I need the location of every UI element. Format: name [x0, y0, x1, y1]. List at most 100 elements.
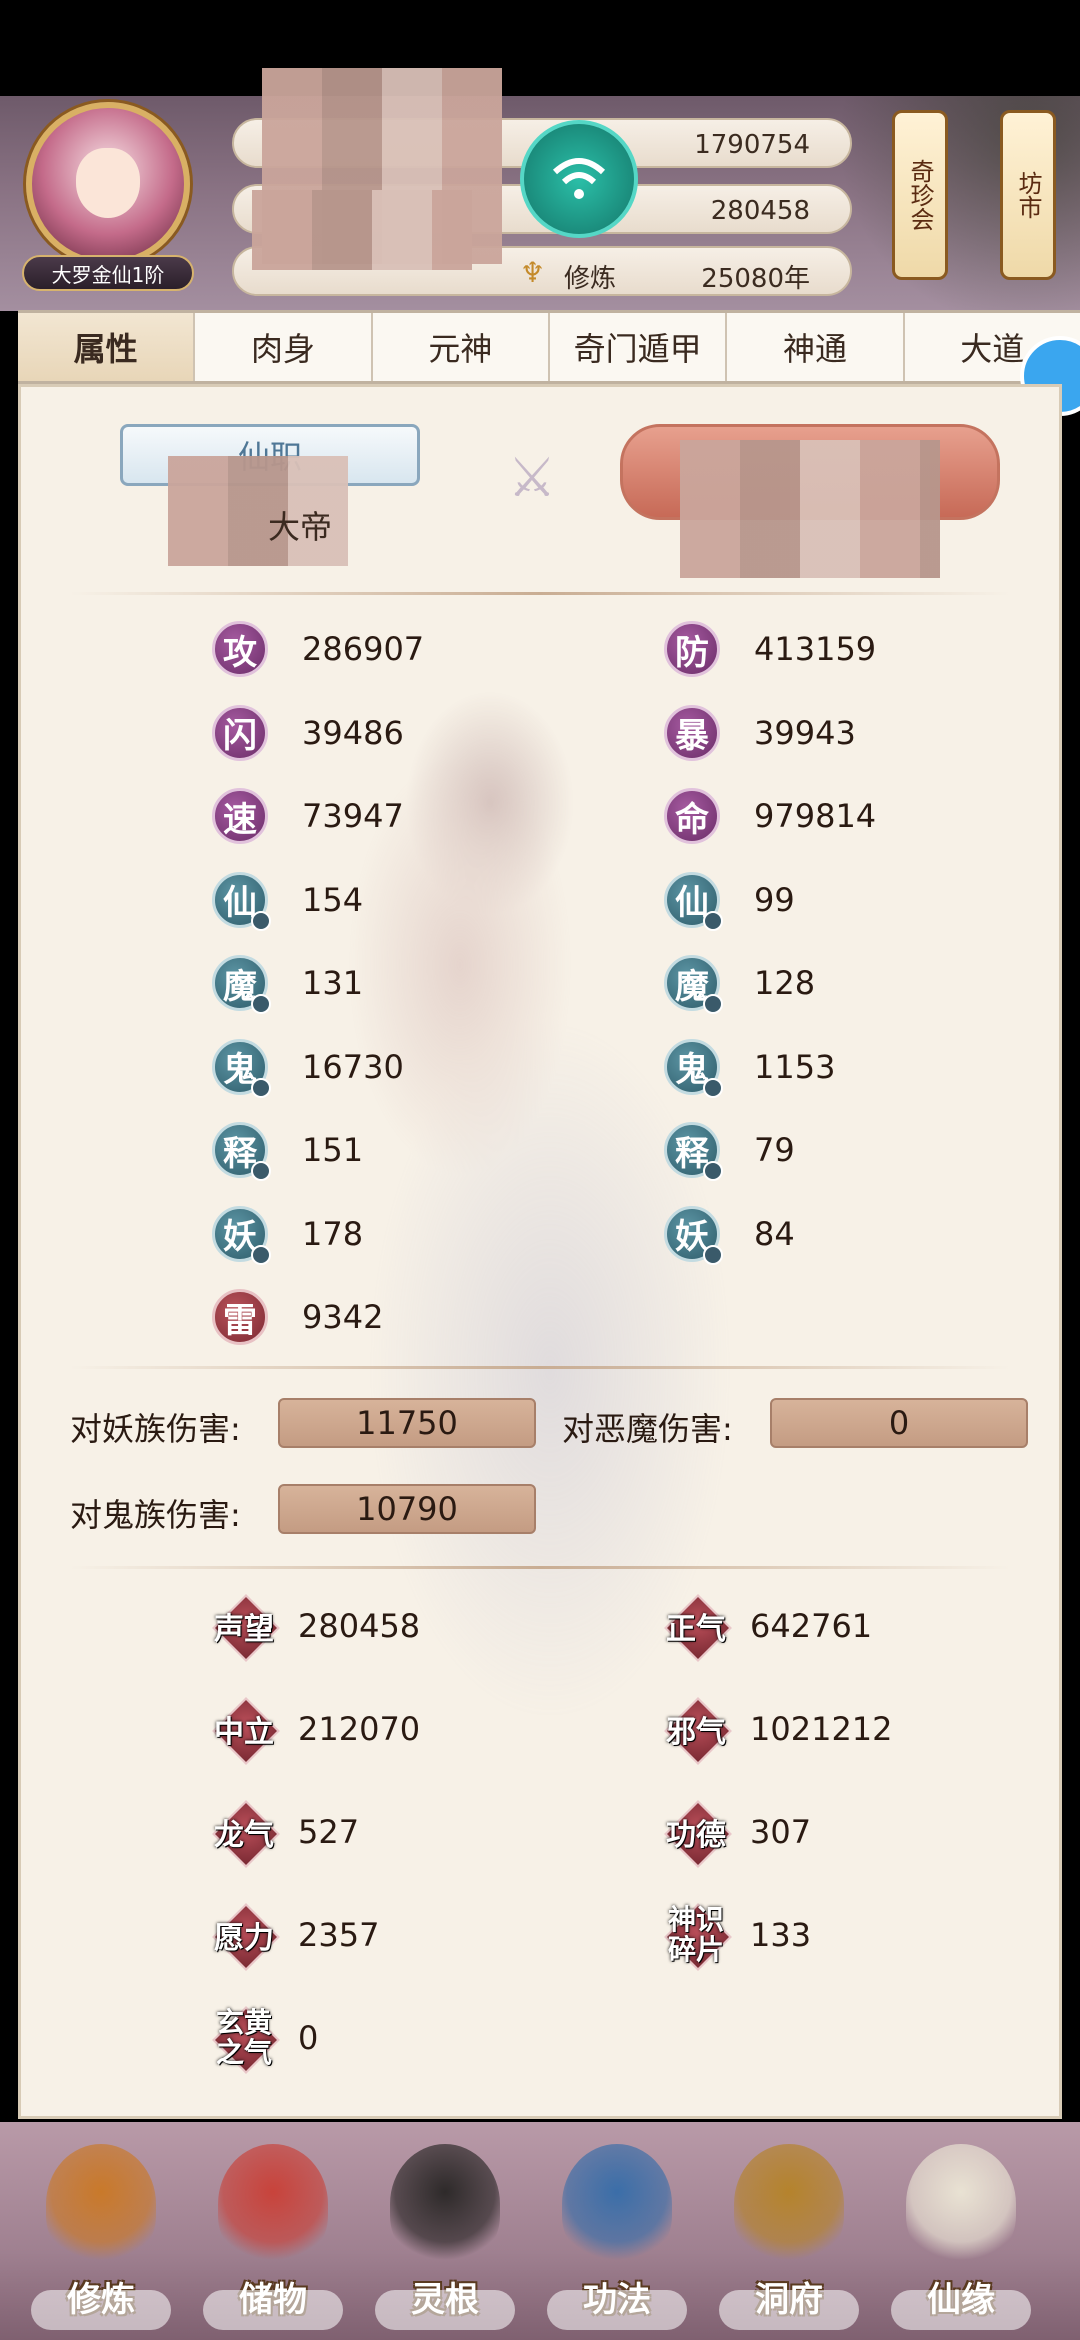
reputation-item: 声望 280458: [212, 1594, 420, 1658]
nav-item[interactable]: 储物: [198, 2138, 348, 2334]
app-screen: 大罗金仙1阶 1790754 280458 ♆ 修炼 25080年 奇珍会 坊市…: [0, 0, 1080, 2340]
stat-item[interactable]: 闪 39486: [212, 704, 404, 762]
market-scroll[interactable]: 坊市: [1000, 110, 1056, 280]
reputation-value: 1021212: [750, 1710, 893, 1748]
stat-badge: 仙: [664, 871, 723, 931]
damage-vs-ghost-label: 对鬼族伤害:: [70, 1496, 241, 1534]
cloud-decoration: [719, 2290, 859, 2330]
treasure-fair-scroll[interactable]: 奇珍会: [892, 110, 948, 280]
stat-value: 178: [302, 1214, 364, 1253]
rank-badge: 大罗金仙1阶: [22, 255, 194, 291]
reputation-item: 功德 307: [664, 1800, 811, 1864]
meditate-icon: ♆: [520, 256, 546, 289]
divider-1: [70, 592, 1010, 595]
reputation-value: 642761: [750, 1607, 873, 1645]
reputation-label-badge: 中立: [212, 1697, 276, 1761]
tab-attributes[interactable]: 属性: [18, 313, 196, 381]
tab-body[interactable]: 肉身: [195, 313, 373, 381]
currency-value-2: 280458: [710, 196, 810, 226]
stat-value: 286907: [302, 630, 425, 668]
reputation-value: 280458: [298, 1607, 421, 1645]
stat-item[interactable]: 释 151: [212, 1121, 363, 1181]
reputation-label-badge: 愿力: [212, 1903, 276, 1967]
stat-item[interactable]: 仙 99: [664, 871, 795, 931]
reputation-label: 龙气: [214, 1818, 274, 1853]
damage-vs-devil-value: 0: [770, 1398, 1028, 1448]
stat-badge: 速: [212, 788, 268, 844]
stat-item[interactable]: 妖 84: [664, 1205, 795, 1265]
stat-value: 413159: [754, 630, 877, 668]
tab-powers[interactable]: 神通: [727, 313, 905, 381]
stat-item[interactable]: 暴 39943: [664, 704, 856, 762]
tab-spirit[interactable]: 元神: [373, 313, 550, 381]
damage-vs-demon-value: 11750: [278, 1398, 536, 1448]
technique-book-icon: [562, 2144, 672, 2264]
avatar-face: [76, 148, 140, 218]
reputation-label: 邪气: [666, 1715, 726, 1750]
nav-item[interactable]: 修炼: [26, 2138, 176, 2334]
stat-item[interactable]: 鬼 1153: [664, 1038, 835, 1098]
immortal-post-value: 大帝: [268, 508, 333, 546]
stat-item[interactable]: 命 979814: [664, 787, 876, 845]
stat-value: 39486: [302, 713, 404, 752]
stat-value: 99: [754, 880, 795, 919]
reputation-item: 龙气 527: [212, 1800, 359, 1864]
info-dot-icon: [703, 1161, 723, 1181]
reputation-label: 功德: [666, 1818, 726, 1853]
stat-item[interactable]: 魔 128: [664, 954, 815, 1014]
reputation-item: 神识碎片 133: [664, 1903, 811, 1967]
cloud-decoration: [203, 2290, 343, 2330]
reputation-value: 2357: [298, 1916, 380, 1954]
info-dot-icon: [251, 1244, 271, 1265]
nav-item[interactable]: 灵根: [370, 2138, 520, 2334]
info-dot-icon: [703, 910, 723, 931]
spirit-root-icon: [390, 2144, 500, 2264]
nav-item[interactable]: 功法: [542, 2138, 692, 2334]
stat-badge: 闪: [212, 704, 268, 761]
info-dot-icon: [703, 1244, 723, 1265]
reputation-item: 邪气 1021212: [664, 1697, 893, 1761]
stat-item[interactable]: 仙 154: [212, 871, 364, 931]
reputation-item: 玄黄之气 0: [212, 2006, 318, 2070]
stat-badge: 雷: [212, 1289, 268, 1345]
tab-qimen[interactable]: 奇门遁甲: [550, 313, 728, 381]
stat-item[interactable]: 雷 9342: [212, 1288, 383, 1346]
reputation-label-badge: 声望: [212, 1594, 276, 1658]
stat-item[interactable]: 魔 131: [212, 954, 363, 1014]
stat-item[interactable]: 妖 178: [212, 1205, 364, 1265]
reputation-label: 中立: [214, 1715, 274, 1750]
stat-value: 16730: [302, 1047, 404, 1086]
stat-badge: 释: [664, 1122, 723, 1181]
divider-2: [70, 1366, 1010, 1369]
meditating-monk-icon: [46, 2144, 156, 2264]
avatar[interactable]: [26, 102, 190, 266]
stat-item[interactable]: 攻 286907: [212, 620, 424, 678]
stat-value: 9342: [302, 1298, 384, 1336]
reputation-label: 愿力: [214, 1921, 274, 1956]
stat-badge: 魔: [212, 955, 271, 1014]
stat-badge: 命: [664, 788, 720, 844]
stat-item[interactable]: 速 73947: [212, 787, 404, 845]
gourd-icon: [906, 2144, 1016, 2264]
stat-item[interactable]: 释 79: [664, 1121, 795, 1181]
info-dot-icon: [703, 994, 723, 1014]
reputation-label-badge: 玄黄之气: [212, 2006, 276, 2070]
stat-badge: 暴: [664, 704, 720, 761]
stat-badge: 鬼: [664, 1038, 723, 1098]
wifi-icon[interactable]: [520, 120, 638, 238]
reputation-label-badge: 神识碎片: [664, 1903, 728, 1967]
stat-badge: 仙: [212, 871, 271, 931]
info-dot-icon: [251, 910, 271, 931]
stat-badge: 魔: [664, 955, 723, 1014]
stat-item[interactable]: 鬼 16730: [212, 1038, 404, 1098]
reputation-label-badge: 龙气: [212, 1800, 276, 1864]
stat-value: 154: [302, 880, 364, 919]
stat-item[interactable]: 防 413159: [664, 620, 876, 678]
reputation-value: 0: [298, 2019, 319, 2057]
reputation-label-badge: 功德: [664, 1800, 728, 1864]
nav-item[interactable]: 仙缘: [886, 2138, 1036, 2334]
cultivation-label: 修炼: [564, 264, 617, 294]
nav-item[interactable]: 洞府: [714, 2138, 864, 2334]
info-dot-icon: [251, 1077, 271, 1098]
status-bar: [0, 0, 1080, 96]
